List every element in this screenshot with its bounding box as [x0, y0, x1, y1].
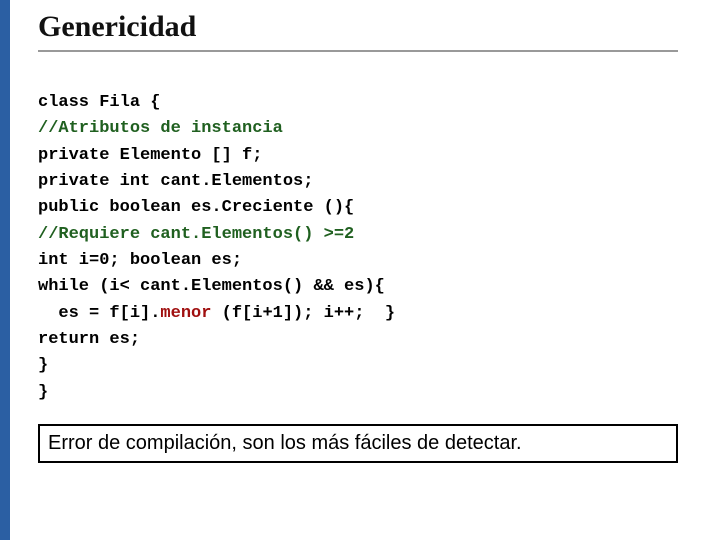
code-comment: //Requiere cant.Elementos() >=2: [38, 225, 354, 244]
code-line: public boolean es.Creciente (){: [38, 198, 354, 217]
code-block: class Fila { //Atributos de instancia pr…: [38, 90, 698, 406]
code-line: private int cant.Elementos;: [38, 172, 313, 191]
code-method: menor: [160, 304, 211, 323]
code-line: private Elemento [] f;: [38, 146, 262, 165]
code-line: while (i< cant.Elementos() && es){: [38, 277, 385, 296]
slide-content: Genericidad class Fila { //Atributos de …: [38, 0, 698, 463]
note-box: Error de compilación, son los más fácile…: [38, 424, 678, 463]
accent-bar: [0, 0, 10, 540]
code-line: int i=0; boolean es;: [38, 251, 242, 270]
code-line: return es;: [38, 330, 140, 349]
code-line: }: [38, 356, 48, 375]
code-line: es = f[i].menor (f[i+1]); i++; }: [38, 304, 395, 323]
code-comment: //Atributos de instancia: [38, 119, 283, 138]
code-line: }: [38, 383, 48, 402]
code-line: class Fila {: [38, 93, 160, 112]
page-title: Genericidad: [38, 10, 678, 52]
